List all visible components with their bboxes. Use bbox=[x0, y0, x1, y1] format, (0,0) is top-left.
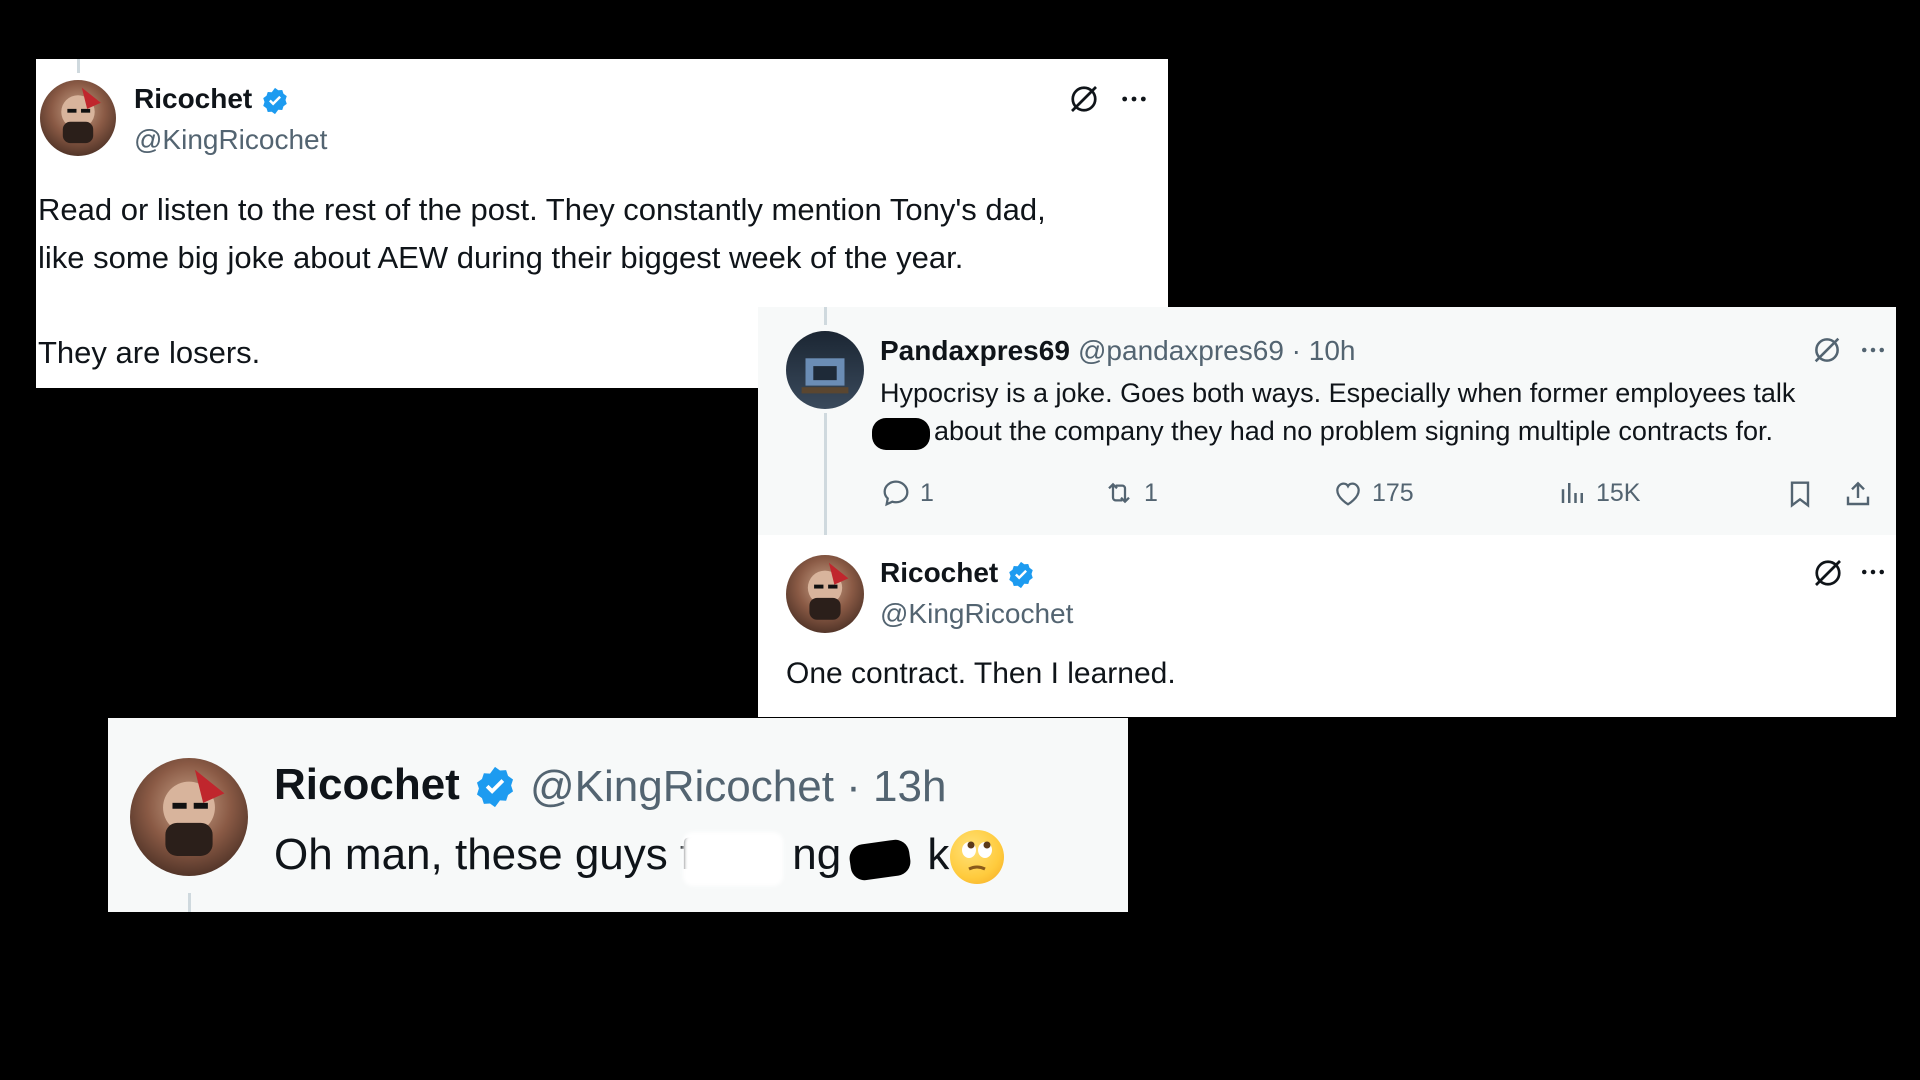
tweet-card-reply-thread: Pandaxpres69 @pandaxpres69 · 10h Hypocri… bbox=[758, 307, 1896, 717]
tweet-text-line: They are losers. bbox=[38, 335, 261, 370]
like-count: 175 bbox=[1372, 478, 1414, 507]
tweet-text-line: like some big joke about AEW during thei… bbox=[38, 240, 964, 275]
author-name[interactable]: Ricochet bbox=[134, 83, 290, 116]
repost-icon bbox=[1108, 482, 1130, 504]
grok-icon[interactable] bbox=[1810, 333, 1844, 367]
grok-icon[interactable] bbox=[1066, 81, 1102, 117]
reply-action[interactable]: 1 bbox=[880, 477, 934, 509]
verified-badge-icon bbox=[263, 87, 287, 114]
verified-badge-icon bbox=[477, 767, 514, 808]
author-name[interactable]: Ricochet bbox=[880, 557, 1036, 590]
more-icon[interactable] bbox=[1858, 335, 1888, 365]
author-name[interactable]: Pandaxpres69 bbox=[880, 335, 1070, 367]
views-action[interactable]: 15K bbox=[1558, 477, 1640, 509]
author-handle[interactable]: @KingRicochet bbox=[880, 598, 1073, 630]
bookmark-icon[interactable] bbox=[1784, 477, 1816, 511]
thread-line bbox=[77, 59, 80, 73]
repost-action[interactable]: 1 bbox=[1102, 477, 1158, 509]
eye-roll-emoji bbox=[950, 830, 1004, 884]
repost-count: 1 bbox=[1144, 478, 1158, 507]
tweet-card-bottom: Ricochet @KingRicochet · 13h Oh man, the… bbox=[108, 718, 1128, 912]
author-handle[interactable]: @KingRicochet bbox=[134, 124, 327, 156]
answer-tweet[interactable]: Ricochet @KingRicochet One contract. The… bbox=[758, 535, 1896, 717]
tweet-text-line: about the company they had no problem si… bbox=[934, 416, 1773, 446]
reply-count: 1 bbox=[920, 478, 934, 507]
reply-tweet[interactable]: Pandaxpres69 @pandaxpres69 · 10h Hypocri… bbox=[758, 307, 1896, 535]
tweet-text: One contract. Then I learned. bbox=[786, 657, 1176, 690]
tweet-text-line: Hypocrisy is a joke. Goes both ways. Esp… bbox=[880, 378, 1796, 408]
more-icon[interactable] bbox=[1858, 557, 1888, 587]
redaction-mark bbox=[683, 832, 783, 886]
views-count: 15K bbox=[1596, 478, 1641, 507]
share-icon[interactable] bbox=[1842, 477, 1874, 511]
author-handle-time[interactable]: @pandaxpres69 · 10h bbox=[1078, 335, 1356, 367]
author-handle-time[interactable]: @KingRicochet · 13h bbox=[530, 762, 946, 812]
redaction-mark bbox=[872, 418, 930, 450]
more-icon[interactable] bbox=[1118, 83, 1150, 115]
like-icon bbox=[1336, 482, 1360, 506]
avatar[interactable] bbox=[40, 80, 116, 156]
thread-line bbox=[824, 307, 827, 325]
avatar[interactable] bbox=[786, 331, 864, 409]
avatar[interactable] bbox=[786, 555, 864, 633]
tweet-text-line: Read or listen to the rest of the post. … bbox=[38, 192, 1046, 227]
thread-line bbox=[824, 413, 827, 535]
reply-icon bbox=[883, 480, 909, 507]
views-icon bbox=[1561, 483, 1583, 503]
verified-badge-icon bbox=[1009, 561, 1033, 588]
author-name[interactable]: Ricochet bbox=[274, 760, 518, 810]
like-action[interactable]: 175 bbox=[1332, 477, 1414, 509]
grok-icon[interactable] bbox=[1810, 555, 1846, 591]
avatar[interactable] bbox=[130, 758, 248, 876]
thread-line bbox=[188, 893, 191, 912]
